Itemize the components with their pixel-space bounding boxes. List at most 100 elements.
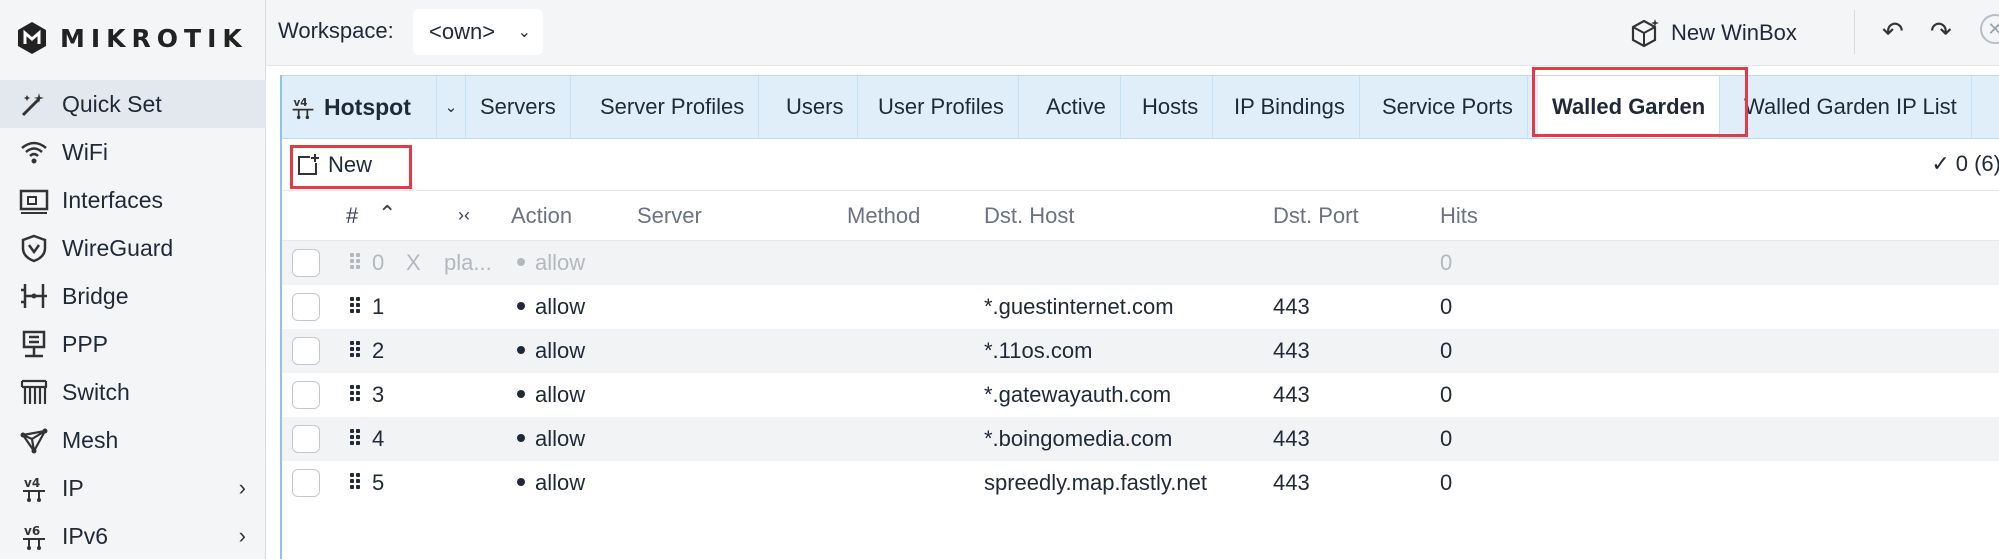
wifi-icon bbox=[18, 136, 50, 168]
status-dot bbox=[517, 390, 525, 399]
sidebar-item-label: Mesh bbox=[62, 426, 119, 453]
cell-dst-port: 443 bbox=[1273, 382, 1310, 407]
cell-hits: 0 bbox=[1440, 382, 1453, 407]
tab-label: IP Bindings bbox=[1234, 94, 1345, 119]
close-icon[interactable]: ✕ bbox=[1980, 14, 1999, 44]
drag-handle-icon[interactable] bbox=[350, 473, 362, 491]
tab-user-profiles[interactable]: User Profiles bbox=[864, 76, 1019, 138]
tab-ip-bindings[interactable]: IP Bindings bbox=[1220, 76, 1360, 138]
sidebar-item-label: IP bbox=[62, 474, 84, 501]
sort-ascending-icon[interactable]: ⌃ bbox=[378, 201, 396, 227]
new-button[interactable]: New bbox=[296, 147, 372, 183]
tab-hosts[interactable]: Hosts bbox=[1128, 76, 1214, 138]
item-count-value: 0 (6) bbox=[1955, 151, 1999, 176]
sidebar-item-label: Interfaces bbox=[62, 186, 163, 213]
column-header-hits[interactable]: Hits bbox=[1440, 203, 1478, 229]
column-header-action[interactable]: Action bbox=[511, 203, 572, 229]
sidebar-item-label: Quick Set bbox=[62, 90, 162, 117]
collapse-columns-icon[interactable]: ›‹ bbox=[458, 205, 470, 226]
cell-action-text: allow bbox=[535, 426, 586, 451]
wireguard-icon bbox=[18, 232, 50, 264]
tab-bar: v4 Hotspot ⌄ Servers Server Profiles Use… bbox=[282, 75, 1999, 139]
window-title-text: Hotspot bbox=[324, 93, 411, 120]
tab-service-ports[interactable]: Service Ports bbox=[1368, 76, 1528, 138]
table-row[interactable]: 0 X pla... allow 0 bbox=[282, 241, 1999, 285]
new-winbox-button[interactable]: New WinBox bbox=[1631, 13, 1797, 53]
tab-walled-garden-ip-list[interactable]: Walled Garden IP List bbox=[1730, 76, 1972, 138]
cell-dst-port: 443 bbox=[1273, 294, 1310, 319]
row-checkbox[interactable] bbox=[292, 337, 320, 365]
sidebar-item-interfaces[interactable]: Interfaces bbox=[0, 176, 266, 224]
sidebar: MikroTik Quick Set WiFi Interfaces WireG… bbox=[0, 0, 266, 559]
bridge-icon bbox=[18, 280, 50, 312]
sidebar-item-wifi[interactable]: WiFi bbox=[0, 128, 266, 176]
window-title: v4 Hotspot bbox=[290, 76, 411, 138]
row-checkbox[interactable] bbox=[292, 249, 320, 277]
sidebar-item-ipv6[interactable]: v6 IPv6 › bbox=[0, 512, 266, 560]
column-header-dst-port[interactable]: Dst. Port bbox=[1273, 203, 1359, 229]
table-row[interactable]: 3 allow *.gatewayauth.com 443 0 bbox=[282, 373, 1999, 417]
redo-icon[interactable]: ↷ bbox=[1930, 16, 1952, 47]
row-checkbox[interactable] bbox=[292, 469, 320, 497]
column-header-number[interactable]: # bbox=[346, 203, 358, 229]
sidebar-item-ppp[interactable]: PPP bbox=[0, 320, 266, 368]
drag-handle-icon[interactable] bbox=[350, 341, 362, 359]
cell-dst-port: 443 bbox=[1273, 338, 1310, 363]
workspace-select[interactable]: <own> ⌄ bbox=[413, 9, 543, 55]
chevron-down-icon: ⌄ bbox=[444, 99, 458, 116]
cell-action: allow bbox=[517, 382, 585, 408]
tab-users[interactable]: Users bbox=[772, 76, 859, 138]
drag-handle-icon[interactable] bbox=[350, 429, 362, 447]
sidebar-item-label: Switch bbox=[62, 378, 130, 405]
tab-label: Hosts bbox=[1142, 94, 1199, 119]
drag-handle-icon[interactable] bbox=[350, 253, 362, 271]
cell-action-text: allow bbox=[535, 294, 586, 319]
table-row[interactable]: 4 allow *.boingomedia.com 443 0 bbox=[282, 417, 1999, 461]
tab-walled-garden[interactable]: Walled Garden bbox=[1538, 76, 1721, 138]
cell-flag: X bbox=[406, 250, 421, 275]
table-row[interactable]: 1 allow *.guestinternet.com 443 0 bbox=[282, 285, 1999, 329]
table-header: # ⌃ ›‹ Action Server Method Dst. Host Ds… bbox=[282, 191, 1999, 241]
tab-server-profiles[interactable]: Server Profiles bbox=[586, 76, 760, 138]
hotspot-window: v4 Hotspot ⌄ Servers Server Profiles Use… bbox=[280, 67, 1999, 559]
undo-icon[interactable]: ↶ bbox=[1882, 16, 1904, 47]
table-row[interactable]: 2 allow *.11os.com 443 0 bbox=[282, 329, 1999, 373]
status-dot bbox=[517, 258, 525, 267]
chevron-right-icon: › bbox=[238, 475, 246, 500]
row-checkbox[interactable] bbox=[292, 381, 320, 409]
sidebar-item-bridge[interactable]: Bridge bbox=[0, 272, 266, 320]
ipv6-icon: v6 bbox=[18, 520, 50, 552]
window-menu-dropdown[interactable]: ⌄ bbox=[436, 76, 466, 138]
sidebar-item-wireguard[interactable]: WireGuard bbox=[0, 224, 266, 272]
cell-number: 3 bbox=[372, 382, 385, 407]
svg-text:v6: v6 bbox=[24, 524, 40, 538]
sidebar-item-mesh[interactable]: Mesh bbox=[0, 416, 266, 464]
cell-number: 4 bbox=[372, 426, 385, 451]
cell-dst-host: *.guestinternet.com bbox=[984, 294, 1174, 319]
cell-hits: 0 bbox=[1440, 426, 1453, 451]
new-button-label: New bbox=[328, 152, 373, 177]
switch-icon bbox=[18, 376, 50, 408]
drag-handle-icon[interactable] bbox=[350, 297, 362, 315]
tab-label: User Profiles bbox=[878, 94, 1004, 119]
cell-number: 1 bbox=[372, 294, 385, 319]
column-header-dst-host[interactable]: Dst. Host bbox=[984, 203, 1074, 229]
column-header-server[interactable]: Server bbox=[637, 203, 702, 229]
sidebar-item-switch[interactable]: Switch bbox=[0, 368, 266, 416]
sidebar-item-ip[interactable]: v4 IP › bbox=[0, 464, 266, 512]
sidebar-item-quick-set[interactable]: Quick Set bbox=[0, 80, 266, 128]
row-checkbox[interactable] bbox=[292, 425, 320, 453]
row-checkbox[interactable] bbox=[292, 293, 320, 321]
cell-dst-port: 443 bbox=[1273, 426, 1310, 451]
tab-servers[interactable]: Servers bbox=[466, 76, 571, 138]
sidebar-item-label: Bridge bbox=[62, 282, 129, 309]
table-row[interactable]: 5 allow spreedly.map.fastly.net 443 0 bbox=[282, 461, 1999, 505]
status-dot bbox=[517, 478, 525, 487]
drag-handle-icon[interactable] bbox=[350, 385, 362, 403]
tab-label: Servers bbox=[480, 94, 556, 119]
column-header-method[interactable]: Method bbox=[847, 203, 920, 229]
cell-dst-host: spreedly.map.fastly.net bbox=[984, 470, 1207, 495]
tab-active[interactable]: Active bbox=[1032, 76, 1121, 138]
chevron-right-icon: › bbox=[238, 523, 246, 548]
toolbar: New ✓ 0 (6) bbox=[282, 139, 1999, 191]
